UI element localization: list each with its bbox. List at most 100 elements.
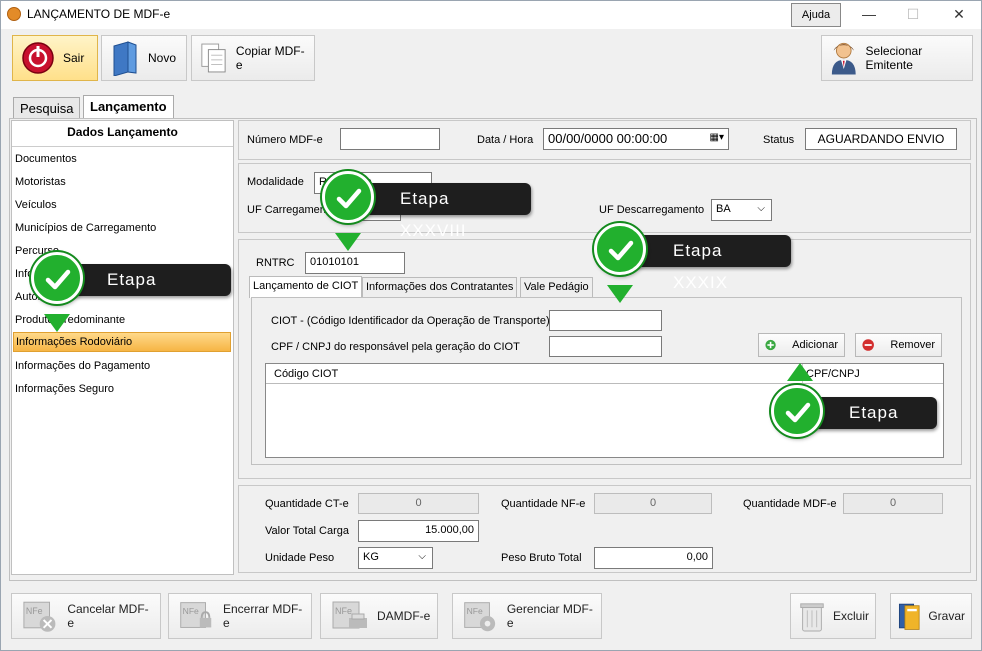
sidebar-item-municipios[interactable]: Municípios de Carregamento [15, 222, 156, 234]
sidebar-item-motoristas[interactable]: Motoristas [15, 176, 66, 188]
add-icon [765, 339, 776, 351]
select-issuer-button[interactable]: Selecionar Emitente [821, 35, 973, 81]
copy-mdfe-button[interactable]: Copiar MDF-e [191, 35, 315, 81]
manage-icon: NFe [464, 602, 496, 632]
add-label: Adicionar [792, 339, 838, 351]
weight-unit-value: KG [363, 551, 379, 563]
close-mdfe-button[interactable]: NFe Encerrar MDF-e [168, 593, 312, 639]
total-value-input[interactable]: 15.000,00 [358, 520, 479, 542]
damdfe-label: DAMDF-e [377, 609, 431, 623]
close-doc-icon: NFe [180, 602, 212, 628]
title-bar: LANÇAMENTO DE MDF-e Ajuda — ☐ ✕ [1, 1, 981, 29]
sidebar-divider [12, 146, 233, 147]
uf-load-label: UF Carregamento [247, 204, 336, 216]
ciot-input[interactable] [549, 310, 662, 331]
weight-unit-label: Unidade Peso [265, 552, 335, 564]
close-window-button[interactable]: ✕ [937, 1, 981, 29]
uf-unload-value: BA [716, 203, 731, 215]
mdfe-window: LANÇAMENTO DE MDF-e Ajuda — ☐ ✕ Sair Nov… [0, 0, 982, 651]
power-icon [22, 42, 54, 74]
callout-pin-38 [335, 233, 361, 251]
callout-step-39: Etapa XXXIX [631, 235, 791, 292]
sidebar-item-pagamento[interactable]: Informações do Pagamento [15, 360, 150, 372]
cancel-mdfe-label: Cancelar MDF-e [67, 602, 149, 630]
help-button[interactable]: Ajuda [791, 3, 841, 27]
datetime-input[interactable]: 00/00/0000 00:00:00 ▦▾ [543, 128, 729, 150]
select-issuer-label: Selecionar Emitente [865, 44, 923, 72]
qty-ct-field: 0 [358, 493, 479, 514]
weight-unit-select[interactable]: KG ⌵ [358, 547, 433, 569]
manage-mdfe-button[interactable]: NFe Gerenciar MDF-e [452, 593, 602, 639]
new-button[interactable]: Novo [101, 35, 187, 81]
sidebar-item-documentos[interactable]: Documentos [15, 153, 77, 165]
user-icon [831, 42, 856, 75]
new-label: Novo [148, 51, 177, 65]
minimize-button[interactable]: — [847, 1, 891, 29]
maximize-button[interactable]: ☐ [891, 1, 935, 29]
callout-pin-40 [787, 363, 813, 381]
mdf-number-label: Número MDF-e [247, 134, 323, 146]
sidebar-item-seguro[interactable]: Informações Seguro [15, 383, 114, 395]
chevron-down-icon: ⌵ [757, 203, 765, 214]
gross-weight-input[interactable]: 0,00 [594, 547, 713, 569]
datetime-label: Data / Hora [477, 134, 534, 146]
cancel-doc-icon: NFe [23, 601, 56, 632]
callout-pin-37 [44, 314, 70, 332]
damdfe-button[interactable]: NFe DAMDF-e [320, 593, 438, 639]
save-button[interactable]: Gravar [890, 593, 972, 639]
svg-text:NFe: NFe [467, 606, 483, 616]
app-icon [7, 7, 21, 21]
exit-button[interactable]: Sair [12, 35, 98, 81]
sidebar-item-veiculos[interactable]: Veículos [15, 199, 57, 211]
rntrc-input[interactable]: 01010101 [305, 252, 405, 274]
callout-step-38: Etapa XXXVIII [358, 183, 531, 240]
sidebar-title: Dados Lançamento [67, 125, 178, 139]
subtab-vale-pedagio[interactable]: Vale Pedágio [520, 277, 593, 297]
calendar-dropdown-icon[interactable]: ▦▾ [710, 132, 724, 143]
trash-icon [800, 603, 824, 632]
qty-ct-label: Quantidade CT-e [265, 498, 349, 510]
qty-mdf-field: 0 [843, 493, 943, 514]
svg-text:NFe: NFe [183, 606, 199, 616]
svg-text:NFe: NFe [335, 606, 352, 616]
uf-unload-label: UF Descarregamento [599, 204, 705, 216]
check-icon [31, 252, 83, 304]
callout-step-40: Etapa XL [807, 397, 937, 454]
delete-button[interactable]: Excluir [790, 593, 876, 639]
save-folder-icon [898, 603, 920, 630]
copy-icon [201, 43, 226, 73]
mdf-number-input[interactable] [340, 128, 440, 150]
grid-col-codigo: Código CIOT [274, 368, 339, 380]
datetime-value: 00/00/0000 00:00:00 [548, 131, 668, 146]
total-value-label: Valor Total Carga [265, 525, 349, 537]
qty-nf-field: 0 [594, 493, 712, 514]
callout-step-37: Etapa XXXVII [65, 264, 231, 321]
check-icon [594, 223, 646, 275]
cpf-label: CPF / CNPJ do responsável pela geração d… [271, 341, 520, 353]
manage-mdfe-label: Gerenciar MDF-e [506, 602, 593, 630]
copy-mdfe-label: Copiar MDF-e [235, 44, 305, 72]
check-icon [771, 385, 823, 437]
tab-pesquisa[interactable]: Pesquisa [13, 97, 81, 119]
new-document-icon [113, 41, 137, 76]
remove-icon [862, 339, 874, 351]
tab-lancamento[interactable]: Lançamento [83, 95, 174, 119]
qty-mdf-label: Quantidade MDF-e [743, 498, 837, 510]
modality-label: Modalidade [247, 176, 304, 188]
uf-unload-select[interactable]: BA ⌵ [711, 199, 772, 221]
status-label: Status [763, 134, 795, 146]
subtab-contratantes[interactable]: Informações dos Contratantes [362, 277, 518, 297]
add-ciot-button[interactable]: Adicionar [758, 333, 845, 357]
ciot-label: CIOT - (Código Identificador da Operação… [271, 315, 550, 327]
print-icon: NFe [332, 601, 367, 629]
chevron-down-icon: ⌵ [418, 551, 426, 562]
sidebar-item-info-rodoviario[interactable]: Informações Rodoviário [13, 332, 231, 352]
save-label: Gravar [928, 609, 965, 623]
grid-col-cpf: CPF/CNPJ [806, 368, 860, 380]
cpf-input[interactable] [549, 336, 662, 357]
cancel-mdfe-button[interactable]: NFe Cancelar MDF-e [11, 593, 161, 639]
remove-ciot-button[interactable]: Remover [855, 333, 942, 357]
check-icon [322, 171, 374, 223]
subtab-ciot[interactable]: Lançamento de CIOT [249, 276, 363, 298]
rntrc-label: RNTRC [256, 257, 295, 269]
